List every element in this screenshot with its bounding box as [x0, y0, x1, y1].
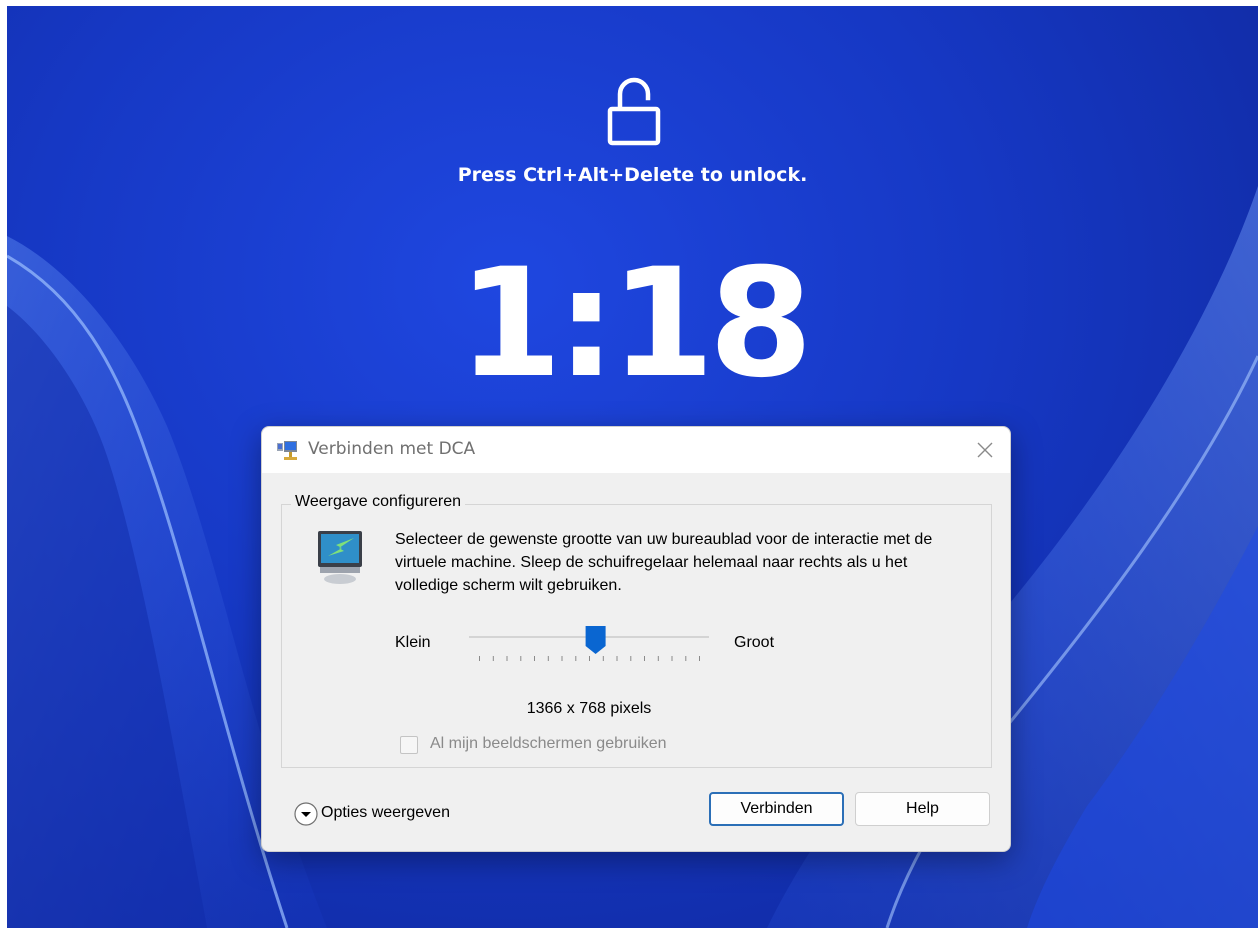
use-all-monitors-checkbox[interactable]: [400, 736, 418, 754]
help-button[interactable]: Help: [855, 792, 990, 826]
slider-max-label: Groot: [734, 634, 775, 651]
slider-tick: [561, 656, 563, 661]
slider-tick: [589, 656, 590, 661]
slider-tick: [492, 656, 494, 661]
slider-tick: [575, 656, 577, 661]
slider-tick: [657, 656, 659, 661]
slider-tick: [520, 656, 522, 661]
connect-dialog: Verbinden met DCA Weergave configureren …: [261, 426, 1011, 852]
group-title: Weergave configureren: [291, 493, 466, 511]
slider-tick: [644, 656, 645, 661]
show-options-label[interactable]: Opties weergeven: [321, 804, 450, 822]
slider-tick: [671, 656, 673, 661]
dialog-titlebar[interactable]: Verbinden met DCA: [262, 427, 1010, 473]
chevron-down-icon[interactable]: [293, 801, 319, 827]
clock-time: 1:18: [457, 237, 813, 411]
slider-tick: [699, 656, 700, 661]
slider-tick: [602, 656, 604, 661]
size-slider[interactable]: [469, 623, 709, 673]
slider-tick: [685, 656, 687, 661]
connect-button[interactable]: Verbinden: [709, 792, 844, 826]
use-all-monitors-label: Al mijn beeldschermen gebruiken: [430, 735, 667, 752]
close-icon[interactable]: [974, 439, 996, 461]
slider-min-label: Klein: [395, 634, 431, 651]
slider-tick: [547, 656, 549, 661]
monitor-icon: [318, 531, 362, 584]
unlocked-padlock-icon: [607, 77, 661, 146]
slider-tick: [506, 656, 508, 661]
dialog-title: Verbinden met DCA: [308, 439, 476, 459]
unlock-instruction: Press Ctrl+Alt+Delete to unlock.: [457, 164, 808, 186]
slider-tick: [479, 656, 480, 661]
slider-tick: [616, 656, 618, 661]
remote-desktop-icon: [277, 441, 297, 460]
slider-thumb[interactable]: [585, 626, 606, 654]
resolution-text: 1366 x 768 pixels: [526, 700, 652, 717]
slider-tick: [630, 656, 632, 661]
description-text: Selecteer de gewenste grootte van uw bur…: [395, 531, 933, 594]
slider-tick: [534, 656, 535, 661]
slider-ticks: [479, 656, 700, 661]
